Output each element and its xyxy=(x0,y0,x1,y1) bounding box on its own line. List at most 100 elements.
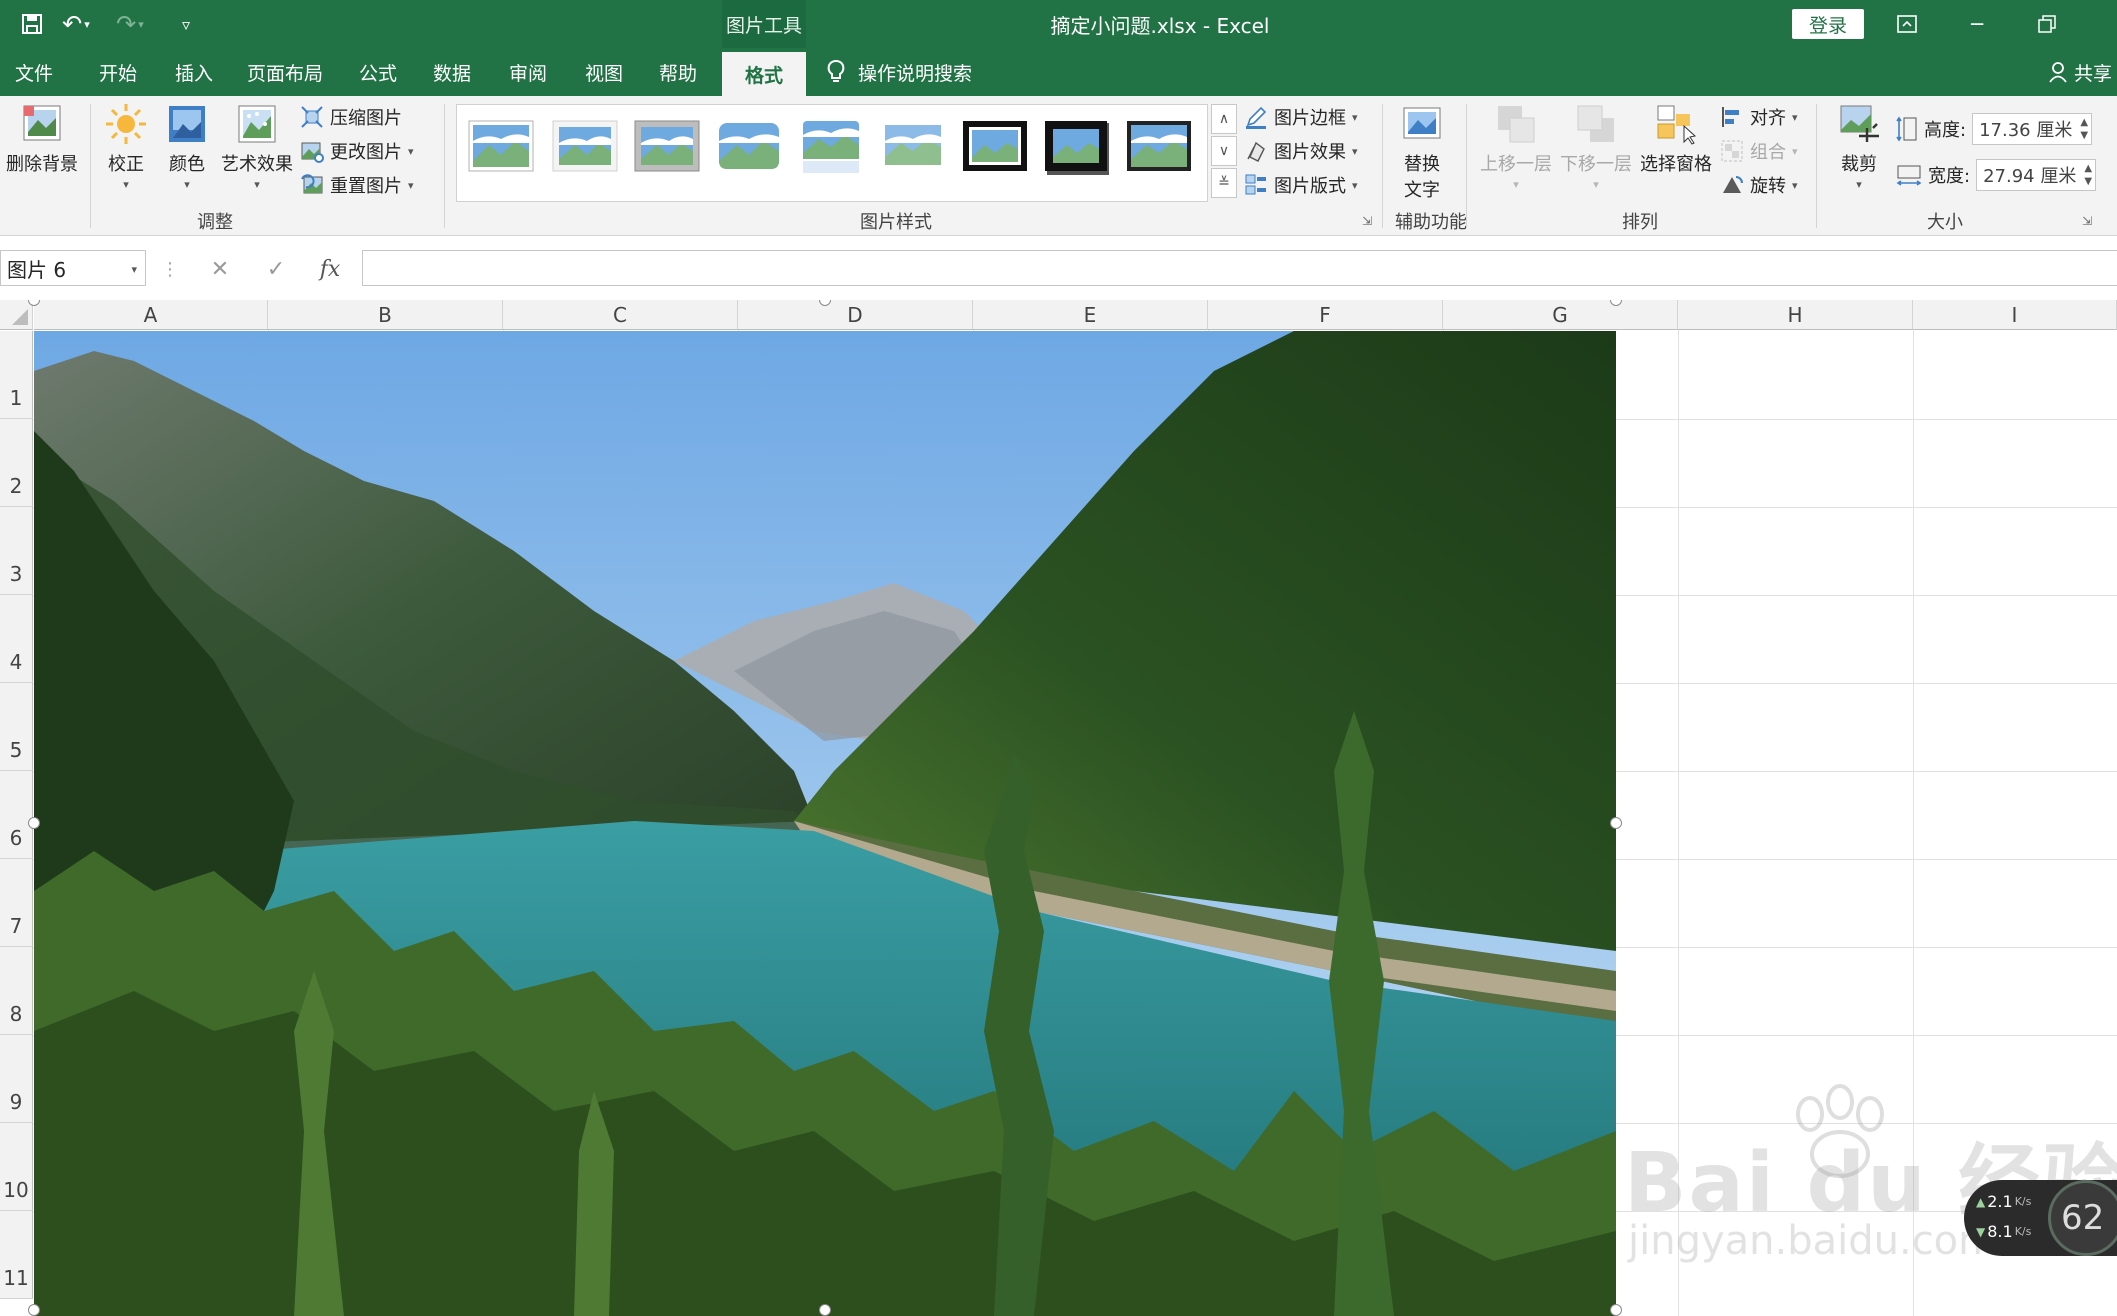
column-header-b[interactable]: B xyxy=(268,300,503,330)
resize-handle-middle-right[interactable] xyxy=(1610,817,1622,829)
gallery-more-icon[interactable]: ≚ xyxy=(1211,168,1237,198)
send-backward-button[interactable]: 下移一层 ▾ xyxy=(1558,102,1634,191)
column-header-e[interactable]: E xyxy=(973,300,1208,330)
row-header-7[interactable]: 7 xyxy=(0,859,33,947)
upload-speed-value: 2.1 xyxy=(1987,1192,2013,1211)
tab-data[interactable]: 数据 xyxy=(420,48,484,96)
resize-handle-middle-left[interactable] xyxy=(28,817,40,829)
tab-formulas[interactable]: 公式 xyxy=(346,48,410,96)
row-header-5[interactable]: 5 xyxy=(0,683,33,771)
width-spinner-icon[interactable]: ▲ ▼ xyxy=(2084,162,2092,188)
change-picture-button[interactable]: 更改图片 ▾ xyxy=(300,136,414,166)
chevron-down-icon: ▾ xyxy=(123,178,129,191)
compress-pictures-button[interactable]: 压缩图片 xyxy=(300,102,402,132)
row-header-9[interactable]: 9 xyxy=(0,1035,33,1123)
picture-effects-button[interactable]: 图片效果 ▾ xyxy=(1244,136,1358,166)
ribbon-tab-bar: 文件 开始 插入 页面布局 公式 数据 审阅 视图 帮助 格式 操作说明搜索 共… xyxy=(0,48,2117,96)
row-header-6[interactable]: 6 xyxy=(0,771,33,859)
rotate-button[interactable]: 旋转 ▾ xyxy=(1720,170,1798,200)
picture-styles-gallery xyxy=(456,104,1208,202)
picture-style-metal-frame[interactable] xyxy=(1125,117,1193,177)
insert-function-icon[interactable]: fx xyxy=(310,252,350,286)
row-header-2[interactable]: 2 xyxy=(0,419,33,507)
enter-icon[interactable]: ✓ xyxy=(256,252,296,286)
tab-page-layout[interactable]: 页面布局 xyxy=(240,48,330,96)
selection-pane-button[interactable]: 选择窗格 xyxy=(1636,102,1716,176)
separator xyxy=(1466,104,1467,228)
tab-view[interactable]: 视图 xyxy=(572,48,636,96)
chevron-down-icon: ▾ xyxy=(1856,178,1862,191)
ribbon-display-options-icon[interactable] xyxy=(1874,0,1940,48)
remove-background-button[interactable]: 删除背景 xyxy=(4,102,80,176)
resize-handle-bottom-right[interactable] xyxy=(1610,1304,1622,1316)
artistic-effects-button[interactable]: 艺术效果 ▾ xyxy=(218,102,296,191)
row-header-4[interactable]: 4 xyxy=(0,595,33,683)
selected-picture-lake-landscape[interactable] xyxy=(34,331,1616,1316)
login-button[interactable]: 登录 xyxy=(1792,9,1864,39)
column-header-g[interactable]: G xyxy=(1443,300,1678,330)
tell-me-search[interactable]: 操作说明搜索 xyxy=(826,48,972,96)
corrections-button[interactable]: 校正 ▾ xyxy=(100,102,152,191)
cancel-icon[interactable]: ✕ xyxy=(200,252,240,286)
save-icon[interactable] xyxy=(14,8,50,40)
picture-style-black-shadow[interactable] xyxy=(1043,117,1111,177)
column-header-h[interactable]: H xyxy=(1678,300,1913,330)
picture-style-soft-edge[interactable] xyxy=(551,117,619,177)
undo-icon[interactable]: ↶ ▾ xyxy=(58,8,94,40)
minimize-icon[interactable]: ─ xyxy=(1944,0,2010,48)
group-objects-button[interactable]: 组合 ▾ xyxy=(1720,136,1798,166)
picture-style-reflected[interactable] xyxy=(797,117,865,177)
column-header-c[interactable]: C xyxy=(503,300,738,330)
picture-style-thick-matte[interactable] xyxy=(633,117,701,177)
width-input[interactable]: 27.94 厘米 ▲ ▼ xyxy=(1976,159,2097,191)
gallery-scroll-up-icon[interactable]: ∧ xyxy=(1211,104,1237,134)
reset-picture-button[interactable]: 重置图片 ▾ xyxy=(300,170,414,200)
align-button[interactable]: 对齐 ▾ xyxy=(1720,102,1798,132)
column-header-i[interactable]: I xyxy=(1913,300,2117,330)
customize-quick-access-icon[interactable]: ▿ xyxy=(168,8,204,40)
tab-help[interactable]: 帮助 xyxy=(646,48,710,96)
picture-style-black-frame[interactable] xyxy=(961,117,1029,177)
color-button[interactable]: 颜色 ▾ xyxy=(160,102,214,191)
gallery-scroll-down-icon[interactable]: ∨ xyxy=(1211,136,1237,166)
height-spinner-icon[interactable]: ▲ ▼ xyxy=(2080,116,2088,142)
row-header-8[interactable]: 8 xyxy=(0,947,33,1035)
dialog-launcher-icon[interactable]: ⇲ xyxy=(1362,214,1376,228)
alt-text-button[interactable]: 替换 文字 xyxy=(1394,102,1450,202)
picture-style-soft-glow[interactable] xyxy=(879,117,947,177)
name-box[interactable]: 图片 6 ▾ xyxy=(0,250,146,286)
network-speed-widget[interactable]: ▲ 2.1 K/s ▼ 8.1 K/s 62 xyxy=(1964,1180,2117,1256)
row-header-10[interactable]: 10 xyxy=(0,1123,33,1211)
share-button[interactable]: 共享 xyxy=(2048,48,2112,96)
picture-style-simple-frame[interactable] xyxy=(467,117,535,177)
select-all-triangle-icon xyxy=(12,309,28,325)
resize-handle-bottom-left[interactable] xyxy=(28,1304,40,1316)
picture-layout-button[interactable]: 图片版式 ▾ xyxy=(1244,170,1358,200)
height-input[interactable]: 17.36 厘米 ▲ ▼ xyxy=(1972,113,2093,145)
column-header-a[interactable]: A xyxy=(34,300,268,330)
resize-handle-bottom-middle[interactable] xyxy=(819,1304,831,1316)
formula-input[interactable] xyxy=(362,250,2117,286)
column-header-f[interactable]: F xyxy=(1208,300,1443,330)
download-speed-value: 8.1 xyxy=(1987,1222,2013,1241)
chevron-down-icon[interactable]: ▾ xyxy=(131,263,137,276)
tab-home[interactable]: 开始 xyxy=(86,48,150,96)
restore-icon[interactable] xyxy=(2014,0,2080,48)
row-header-1[interactable]: 1 xyxy=(0,331,33,419)
tab-format[interactable]: 格式 xyxy=(722,52,806,96)
bring-forward-button[interactable]: 上移一层 ▾ xyxy=(1478,102,1554,191)
dialog-launcher-icon[interactable]: ⇲ xyxy=(2082,214,2096,228)
select-all-button[interactable] xyxy=(0,300,33,330)
column-header-d[interactable]: D xyxy=(738,300,973,330)
tab-review[interactable]: 审阅 xyxy=(496,48,560,96)
row-header-11[interactable]: 11 xyxy=(0,1211,33,1299)
more-options-icon[interactable]: ⋮ xyxy=(152,252,188,286)
artistic-effects-label: 艺术效果 xyxy=(221,154,293,175)
picture-style-rounded[interactable] xyxy=(715,117,783,177)
picture-border-button[interactable]: 图片边框 ▾ xyxy=(1244,102,1358,132)
tab-insert[interactable]: 插入 xyxy=(162,48,226,96)
redo-icon[interactable]: ↷ ▾ xyxy=(112,8,148,40)
row-header-3[interactable]: 3 xyxy=(0,507,33,595)
tab-file[interactable]: 文件 xyxy=(0,48,68,96)
crop-button[interactable]: 裁剪 ▾ xyxy=(1828,102,1890,191)
